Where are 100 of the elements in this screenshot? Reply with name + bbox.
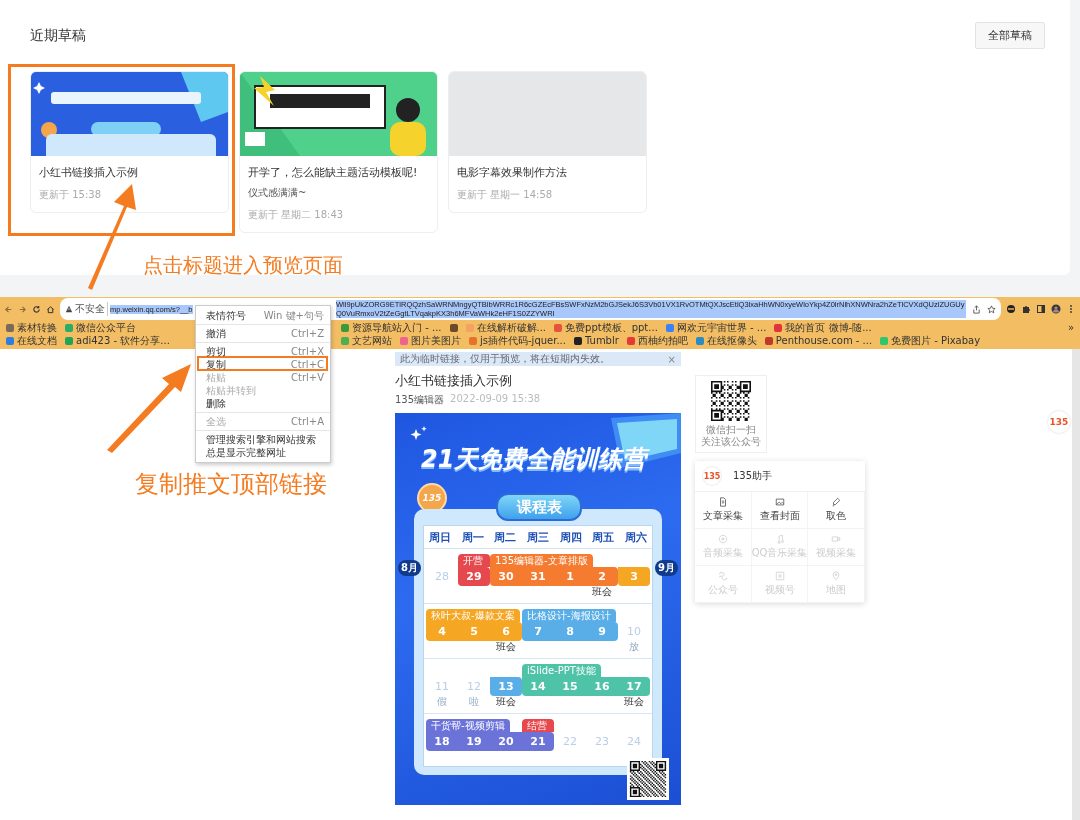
bookmark-link[interactable]: 图片美图片 bbox=[400, 335, 461, 347]
bookmark-link[interactable]: 在线解析破解... bbox=[465, 322, 547, 334]
menu-item[interactable]: 复制 Ctrl+C bbox=[196, 358, 330, 371]
home-icon[interactable] bbox=[46, 304, 55, 314]
day-number: 29 bbox=[465, 569, 483, 585]
event-tag: 秋叶大叔-爆款文案 bbox=[426, 609, 520, 622]
puzzle-icon[interactable] bbox=[1021, 304, 1031, 314]
bookmark-link[interactable]: 网欢元宇宙世界 - ... bbox=[665, 322, 767, 334]
back-icon[interactable] bbox=[4, 304, 13, 314]
day-note: 班会 bbox=[495, 696, 517, 708]
day-number: 17 bbox=[625, 679, 643, 695]
bookmark-link[interactable]: 我的首页 微博-随... bbox=[774, 322, 872, 334]
schedule-label: 课程表 bbox=[496, 493, 582, 521]
day-note: 班会 bbox=[495, 641, 517, 653]
event-tag: 比格设计-海报设计 bbox=[522, 609, 616, 622]
day-number: 23 bbox=[594, 734, 610, 750]
draft-title[interactable]: 开学了，怎么能缺主题活动模板呢! bbox=[248, 165, 429, 180]
weekday-label: 周二 bbox=[493, 529, 518, 545]
day-note: 班会 bbox=[591, 586, 613, 598]
bookmark-link[interactable]: 素材转换 bbox=[6, 322, 57, 334]
shortcut-text: Ctrl+Z bbox=[290, 327, 324, 340]
bookmark-link[interactable]: 在线文档 bbox=[6, 335, 57, 347]
section-title: 近期草稿 bbox=[30, 26, 86, 45]
sidebar-icon[interactable] bbox=[1036, 304, 1046, 314]
day-number: 22 bbox=[562, 734, 578, 750]
draft-title[interactable]: 小红书链接插入示例 bbox=[39, 165, 220, 180]
event-tag: 开营 bbox=[458, 554, 490, 567]
bookmark-link[interactable]: 免费ppt模板、ppt... bbox=[554, 322, 658, 334]
reload-icon[interactable] bbox=[32, 304, 41, 314]
extension-icon[interactable] bbox=[1006, 304, 1016, 314]
tool-button[interactable]: 取色 bbox=[808, 492, 865, 529]
menu-item[interactable]: 管理搜索引擎和网站搜索 bbox=[196, 433, 330, 446]
author-link[interactable]: 135编辑器 bbox=[395, 393, 445, 407]
weekday-label: 周五 bbox=[591, 529, 616, 545]
tool-button[interactable]: 查看封面 bbox=[751, 492, 809, 529]
day-number: 30 bbox=[497, 569, 515, 585]
bookmark-link[interactable]: 在线抠像头 bbox=[695, 335, 757, 347]
shortcut-text: Ctrl+X bbox=[290, 345, 324, 358]
weekday-label: 周日 bbox=[428, 529, 453, 545]
pen-icon bbox=[831, 497, 842, 507]
bookmark-link[interactable]: 微信公众平台 bbox=[65, 322, 136, 334]
day-number: 11 bbox=[434, 679, 450, 695]
star-icon[interactable] bbox=[987, 304, 996, 314]
planet-badge: 135 bbox=[419, 485, 445, 511]
day-number: 13 bbox=[497, 679, 515, 695]
all-drafts-button[interactable]: 全部草稿 bbox=[975, 22, 1045, 49]
note-icon bbox=[774, 534, 785, 544]
month-tag: 8月 bbox=[398, 560, 421, 576]
draft-title[interactable]: 电影字幕效果制作方法 bbox=[457, 165, 638, 180]
share-icon[interactable] bbox=[972, 304, 981, 314]
avatar-icon[interactable] bbox=[1051, 304, 1061, 314]
more-bookmarks-button[interactable]: » bbox=[1067, 322, 1074, 334]
camera-icon bbox=[831, 534, 842, 544]
event-tag: iSlide-PPT技能 bbox=[522, 664, 601, 677]
annotation-text: 点击标题进入预览页面 bbox=[143, 252, 343, 279]
scrollbar[interactable] bbox=[1072, 349, 1080, 820]
event-tag: 结营 bbox=[522, 719, 554, 732]
tool-button[interactable]: 文章采集 bbox=[695, 492, 752, 529]
day-number: 12 bbox=[466, 679, 482, 695]
day-number: 7 bbox=[533, 624, 543, 640]
bookmark-link[interactable]: 文艺网站 bbox=[341, 335, 392, 347]
bookmark-link[interactable]: adi423 - 软件分享... bbox=[65, 335, 170, 347]
shortcut-text: Ctrl+V bbox=[291, 371, 324, 384]
day-number: 5 bbox=[469, 624, 479, 640]
menu-item[interactable]: 删除 bbox=[196, 397, 330, 410]
bookmark-link[interactable]: 西柚约拍吧 bbox=[626, 335, 688, 347]
menu-item[interactable]: 表情符号 Win 键+句号 bbox=[196, 309, 330, 322]
menu-item[interactable]: 剪切 Ctrl+X bbox=[196, 345, 330, 358]
forward-icon[interactable] bbox=[18, 304, 27, 314]
day-number: 20 bbox=[497, 734, 515, 750]
day-number: 9 bbox=[597, 624, 607, 640]
address-field[interactable] bbox=[60, 298, 1001, 320]
draft-subtitle: 仪式感满满~ bbox=[248, 186, 308, 200]
day-number: 1 bbox=[565, 569, 575, 585]
warning-icon bbox=[65, 305, 73, 313]
day-number: 15 bbox=[561, 679, 579, 695]
day-number: 2 bbox=[597, 569, 607, 585]
menu-item[interactable]: 总是显示完整网址 bbox=[196, 446, 330, 459]
bookmark-link[interactable]: js插件代码-jquer... bbox=[469, 335, 566, 347]
day-note: 啦 bbox=[468, 696, 480, 708]
bookmark-link[interactable]: Penthouse.com - ... bbox=[764, 335, 873, 347]
day-number: 6 bbox=[501, 624, 511, 640]
bookmark-link[interactable]: Tumblr bbox=[573, 335, 619, 347]
shortcut-text: Win 键+句号 bbox=[263, 309, 324, 322]
qr-code-icon bbox=[711, 381, 751, 421]
day-number: 21 bbox=[529, 734, 547, 750]
qr-caption: 微信扫一扫 bbox=[706, 424, 756, 436]
helper-float-button[interactable]: 135 bbox=[1048, 411, 1070, 433]
draft-card[interactable]: 小红书链接插入示例 更新于 15:38 bbox=[30, 71, 229, 213]
bookmark-link[interactable]: 资源导航站入门 - ... bbox=[341, 322, 442, 334]
bookmark-link[interactable]: 免费图片 - Pixabay bbox=[880, 335, 981, 347]
shortcut-text: Ctrl+A bbox=[291, 415, 324, 428]
day-number: 24 bbox=[626, 734, 642, 750]
day-number: 31 bbox=[529, 569, 547, 585]
weekday-label: 周一 bbox=[460, 529, 485, 545]
day-note: 放 bbox=[628, 641, 640, 653]
day-number: 19 bbox=[465, 734, 483, 750]
updated-time: 更新于 15:38 bbox=[39, 188, 102, 202]
menu-item[interactable]: 撤消 Ctrl+Z bbox=[196, 327, 330, 340]
image-icon bbox=[774, 497, 785, 507]
